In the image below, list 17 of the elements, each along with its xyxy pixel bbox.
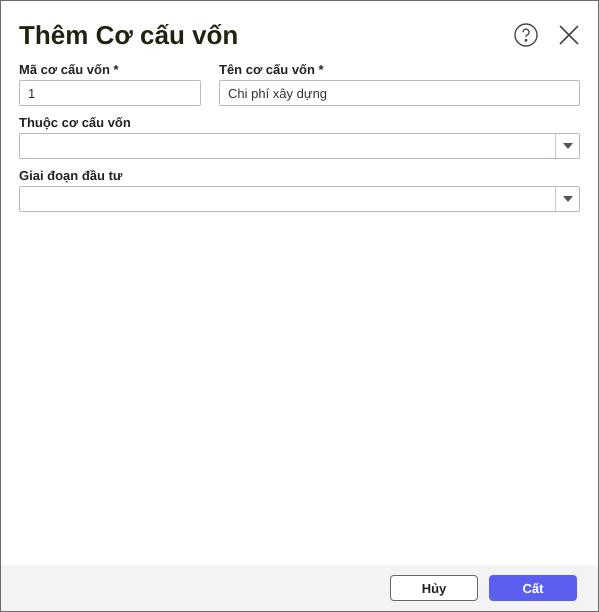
dropdown-field[interactable] (19, 186, 580, 212)
close-icon (558, 24, 580, 46)
close-button[interactable] (558, 24, 580, 46)
help-icon (514, 23, 538, 47)
caret-icon (562, 196, 572, 202)
cancel-button[interactable]: Hủy (390, 575, 478, 601)
dropdown-field[interactable] (19, 133, 580, 159)
text-field[interactable]: Chi phí xây dựng (219, 80, 580, 106)
text-field[interactable]: 1 (19, 80, 201, 106)
field-label: Tên cơ cấu vốn * (219, 61, 325, 79)
save-button[interactable]: Cất (489, 575, 577, 601)
field-label: Giai đoạn đầu tư (19, 167, 124, 185)
help-button[interactable] (514, 23, 538, 47)
dialog-title: Thêm Cơ cấu vốn (19, 20, 240, 50)
field-label: Mã cơ cấu vốn * (19, 61, 120, 79)
field-label: Thuộc cơ cấu vốn (19, 114, 132, 132)
caret-icon (562, 143, 572, 149)
